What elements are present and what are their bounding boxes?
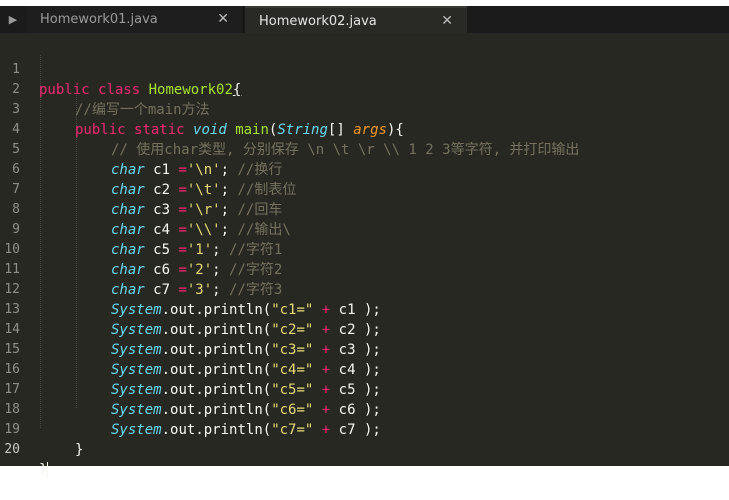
code-line: 13 System.out.println("c2=" + c2 ); [0, 280, 729, 338]
code-line: 7 char c3 ='\r'; //回车 [0, 160, 729, 218]
code-line: 20 } [0, 420, 729, 478]
code-line: 19 } [0, 400, 729, 458]
code-line: 16 System.out.println("c5=" + c5 ); [0, 340, 729, 398]
code-line: 5 char c1 ='\n'; //换行 [0, 120, 729, 178]
tab-label: Homework02.java [259, 14, 377, 29]
code-line: 10 char c6 ='2'; //字符2 [0, 220, 729, 278]
tab-scroll-arrow-icon[interactable]: ▶ [0, 6, 26, 33]
code-line: 12 System.out.println("c1=" + c1 ); [0, 260, 729, 318]
line-number: 20 [4, 442, 20, 457]
code-line: 9 char c5 ='1'; //字符1 [0, 200, 729, 258]
code-line: 2 //编写一个main方法 [0, 60, 729, 118]
tab-bar: ▶ Homework01.java ✕ Homework02.java ✕ [0, 6, 729, 33]
close-icon[interactable]: ✕ [441, 8, 453, 35]
tab-homework02[interactable]: Homework02.java ✕ [245, 6, 467, 33]
code-line: 6 char c2 ='\t'; //制表位 [0, 140, 729, 198]
code-line: 1 public class Homework02{ [0, 40, 729, 98]
code-editor[interactable]: 1 public class Homework02{ 2 //编写一个main方… [0, 33, 729, 478]
close-brace: } [75, 442, 84, 458]
close-icon[interactable]: ✕ [217, 6, 229, 33]
code-line: 3 public static void main(String[] args)… [0, 80, 729, 138]
code-line: 17 System.out.println("c6=" + c6 ); [0, 360, 729, 418]
text-cursor [47, 462, 49, 478]
close-brace: } [39, 462, 48, 478]
code-line: 18 System.out.println("c7=" + c7 ); [0, 380, 729, 438]
code-line: 11 char c7 ='3'; //字符3 [0, 240, 729, 298]
code-line: 4 // 使用char类型, 分别保存 \n \t \r \\ 1 2 3等字符… [0, 100, 729, 158]
code-line: 14 System.out.println("c3=" + c3 ); [0, 300, 729, 358]
code-line: 8 char c4 ='\\'; //输出\ [0, 180, 729, 238]
code-line: 15 System.out.println("c4=" + c4 ); [0, 320, 729, 378]
tab-label: Homework01.java [40, 12, 158, 27]
tab-homework01[interactable]: Homework01.java ✕ [26, 6, 244, 33]
